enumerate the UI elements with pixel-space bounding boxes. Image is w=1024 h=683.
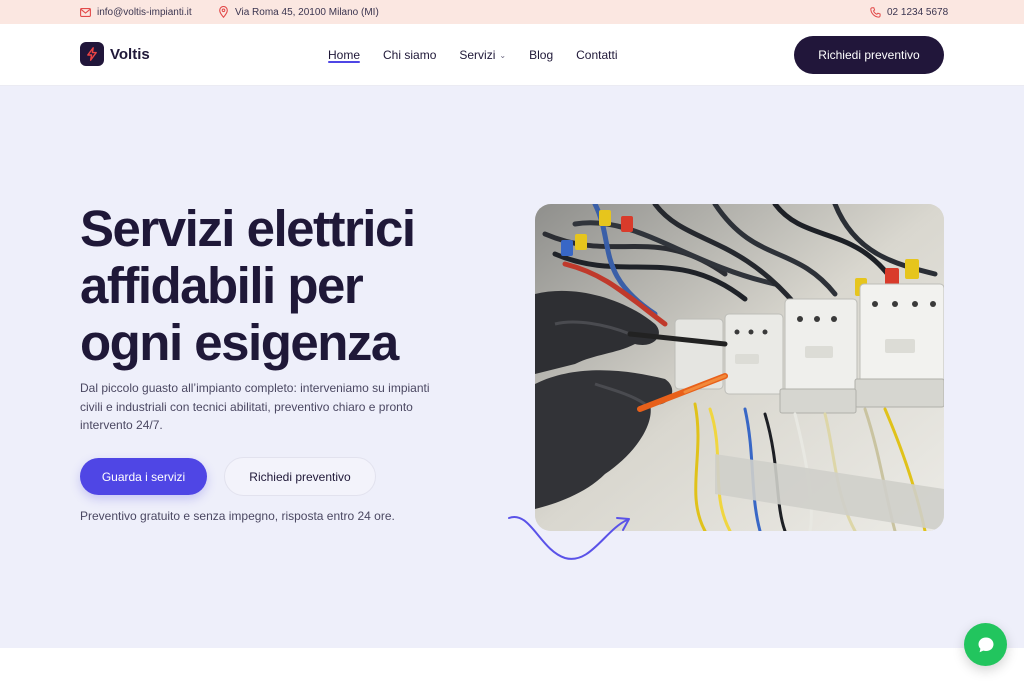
topbar-address: Via Roma 45, 20100 Milano (MI)	[218, 0, 379, 24]
decorative-arrow-icon	[508, 515, 630, 560]
chat-bubble-icon	[978, 637, 993, 652]
hero-title-line: affidabili per	[80, 257, 364, 314]
nav-item-blog[interactable]: Blog	[529, 24, 553, 86]
topbar-email-text: info@voltis-impianti.it	[97, 6, 192, 18]
hero-title: Servizi elettrici affidabili per ogni es…	[80, 200, 480, 371]
topbar-phone[interactable]: 02 1234 5678	[870, 0, 948, 24]
hero-title-line: ogni esigenza	[80, 314, 399, 371]
map-pin-icon	[218, 6, 229, 18]
nav-item-servizi[interactable]: Servizi ⌄	[459, 24, 506, 86]
lightning-bolt-icon	[80, 42, 104, 66]
hero-title-line: Servizi elettrici	[80, 200, 416, 257]
brand-name: Voltis	[110, 45, 150, 63]
page-bottom	[0, 648, 1024, 683]
topbar-email[interactable]: info@voltis-impianti.it	[80, 0, 192, 24]
hero-image-electrician	[535, 204, 944, 531]
chevron-down-icon: ⌄	[499, 50, 507, 60]
nav-item-label: Home	[328, 48, 361, 62]
request-quote-button[interactable]: Richiedi preventivo	[794, 36, 944, 74]
site-header: Voltis Home Chi siamo Servizi ⌄ Blog Cont…	[0, 24, 1024, 86]
topbar-phone-text: 02 1234 5678	[887, 6, 949, 18]
nav-item-label: Chi siamo	[383, 48, 437, 62]
nav-item-contatti[interactable]: Contatti	[576, 24, 617, 86]
nav-item-label: Blog	[529, 48, 554, 62]
mail-icon	[80, 7, 91, 18]
view-services-button[interactable]: Guarda i servizi	[80, 458, 207, 495]
hero-description: Dal piccolo guasto all’impianto completo…	[80, 381, 430, 432]
nav-item-label: Servizi	[459, 48, 496, 62]
nav-item-home[interactable]: Home	[328, 24, 361, 86]
nav-item-chi-siamo[interactable]: Chi siamo	[383, 24, 436, 86]
hero-note: Preventivo gratuito e senza impegno, ris…	[80, 509, 395, 523]
topbar-address-text: Via Roma 45, 20100 Milano (MI)	[235, 6, 379, 18]
hero-request-quote-button[interactable]: Richiedi preventivo	[224, 457, 376, 496]
main-nav: Home Chi siamo Servizi ⌄ Blog Contatti	[328, 24, 617, 86]
top-bar: info@voltis-impianti.it Via Roma 45, 201…	[0, 0, 1024, 24]
nav-item-label: Contatti	[576, 48, 618, 62]
phone-icon	[870, 6, 881, 18]
brand-logo[interactable]: Voltis	[80, 42, 150, 66]
hero-section: Servizi elettrici affidabili per ogni es…	[0, 86, 1024, 648]
chat-button[interactable]	[964, 623, 1007, 666]
